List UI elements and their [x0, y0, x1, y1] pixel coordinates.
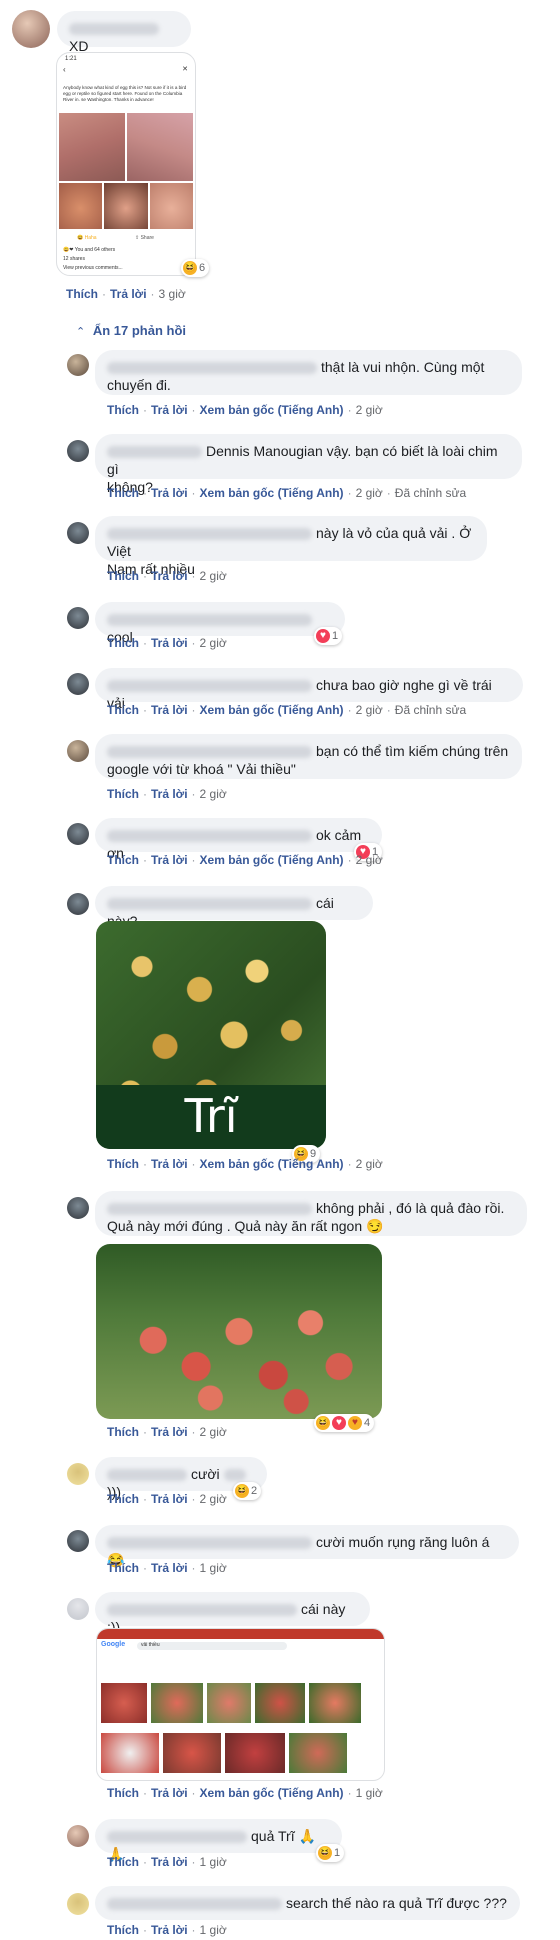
comment-bubble: chưa bao giờ nghe gì về trái vải — [95, 668, 523, 711]
image-result-5 — [309, 1683, 361, 1723]
comment-bubble: cái này :)) — [95, 1592, 370, 1635]
avatar[interactable] — [12, 10, 50, 48]
comment-bubble: không phải , đó là quả đào rồi. Quả này m… — [95, 1191, 527, 1236]
avatar[interactable] — [67, 1825, 89, 1847]
image-result-9 — [289, 1733, 347, 1773]
comment-bubble: cái này? — [95, 886, 373, 929]
comment-actions: Thích · Trả lời · 2 giờ — [107, 636, 227, 650]
avatar[interactable] — [67, 893, 89, 915]
photo-egg-3 — [150, 183, 193, 229]
reaction-summary[interactable]: ♥ 1 — [314, 627, 343, 645]
image-result-2 — [151, 1683, 203, 1723]
care-icon: ♥ — [348, 1416, 362, 1430]
comment-actions: Thích · Trả lời · 2 giờ — [107, 1425, 227, 1439]
comment-actions: Thích · Trả lời · Xem bản gốc (Tiếng Anh) · 2 … — [107, 403, 383, 417]
image-result-1 — [101, 1683, 147, 1723]
comment-actions: Thích · Trả lời · Xem bản gốc (Tiếng Anh) · 2 … — [107, 486, 467, 500]
avatar[interactable] — [67, 1197, 89, 1219]
browser-tabbar — [97, 1629, 384, 1639]
comment-actions: Thích · Trả lời · Xem bản gốc (Tiếng Anh) · 2 … — [107, 703, 467, 717]
reaction-summary[interactable]: 😆 1 — [316, 1844, 345, 1862]
reaction-summary[interactable]: 😆 2 — [233, 1482, 262, 1500]
comment-bubble: search thế nào ra quả Trĩ được ??? — [95, 1886, 520, 1920]
comment-actions: Thích · Trả lời · 3 giờ — [66, 287, 186, 301]
likes-text: 😀❤ You and 64 others — [63, 247, 116, 253]
photo-hand-1 — [59, 113, 125, 181]
attached-screenshot[interactable]: 1:21 ‹ ✕ Anybody know what kind of egg t… — [56, 52, 196, 276]
avatar[interactable] — [67, 1463, 89, 1485]
comment-actions: Thích · Trả lời · Xem bản gốc (Tiếng Anh) · 1 … — [107, 1786, 383, 1800]
image-result-7 — [163, 1733, 221, 1773]
comment-actions: Thích · Trả lời · Xem bản gốc (Tiếng Anh) · 2 … — [107, 853, 383, 867]
comment-actions: Thích · Trả lời · 2 giờ — [107, 1492, 227, 1506]
image-result-6 — [101, 1733, 159, 1773]
like-link[interactable]: Thích — [66, 287, 98, 301]
avatar[interactable] — [67, 823, 89, 845]
haha-icon: 😆 — [183, 261, 197, 275]
comment-bubble: thật là vui nhộn. Cùng một chuyến đi. — [95, 350, 522, 395]
avatar[interactable] — [67, 740, 89, 762]
avatar[interactable] — [67, 1598, 89, 1620]
google-logo: Google — [101, 1641, 126, 1648]
comment-actions: Thích · Trả lời · Xem bản gốc (Tiếng Anh) · 2 … — [107, 1157, 383, 1171]
avatar[interactable] — [67, 354, 89, 376]
photo-caption: Trĩ — [184, 1089, 238, 1143]
haha-reaction-label: 😆 Haha — [77, 235, 97, 241]
photo-egg-2 — [104, 183, 148, 229]
hide-replies-link[interactable]: ⌃ Ẩn 17 phản hồi — [76, 323, 186, 338]
love-icon: ♥ — [332, 1416, 346, 1430]
image-result-3 — [207, 1683, 251, 1723]
chevron-up-icon: ⌃ — [76, 326, 86, 338]
comment-bubble: ok cảm ơn — [95, 818, 382, 861]
comment-actions: Thích · Trả lời · 2 giờ — [107, 787, 227, 801]
photo-egg-1 — [59, 183, 102, 229]
image-result-8 — [225, 1733, 285, 1773]
attached-photo[interactable] — [96, 1244, 382, 1419]
photo-hand-2 — [127, 113, 193, 181]
reply-link[interactable]: Trả lời — [110, 287, 147, 301]
close-icon: ✕ — [182, 66, 188, 73]
comment-actions: Thích · Trả lời · 1 giờ — [107, 1855, 227, 1869]
love-icon: ♥ — [316, 629, 330, 643]
attached-screenshot[interactable]: Google vải thiều — [96, 1628, 385, 1781]
status-time: 1:21 — [65, 56, 77, 62]
avatar[interactable] — [67, 1530, 89, 1552]
avatar[interactable] — [67, 522, 89, 544]
attached-photo[interactable]: Trĩ — [96, 921, 326, 1149]
back-arrow-icon: ‹ — [63, 65, 66, 74]
search-query: vải thiều — [141, 1642, 160, 1648]
comment-bubble: quả Trĩ 🙏🙏 — [95, 1819, 342, 1862]
reaction-summary[interactable]: 😆 6 — [181, 259, 210, 277]
avatar[interactable] — [67, 1893, 89, 1915]
share-label: ⇪ Share — [135, 235, 154, 241]
haha-icon: 😆 — [318, 1846, 332, 1860]
timestamp[interactable]: 3 giờ — [159, 287, 186, 301]
haha-icon: 😆 — [235, 1484, 249, 1498]
comment-bubble: bạn có thể tìm kiếm chúng trên google với… — [95, 734, 522, 779]
comment-bubble: cười muốn rụng răng luôn á 😂 — [95, 1525, 519, 1568]
prev-comments-text: View previous comments... — [63, 265, 123, 271]
post-text: Anybody know what kind of egg this is? N… — [63, 85, 187, 102]
comment-actions: Thích · Trả lời · 2 giờ — [107, 569, 227, 583]
comment-bubble: cool — [95, 602, 345, 645]
avatar[interactable] — [67, 607, 89, 629]
shares-text: 12 shares — [63, 256, 85, 262]
reaction-summary[interactable]: 😆 ♥ ♥ 4 — [314, 1414, 375, 1432]
comment-actions: Thích · Trả lời · 1 giờ — [107, 1923, 227, 1937]
comment-bubble: Dennis Manougian vậy. bạn có biết là loà… — [95, 434, 522, 495]
haha-icon: 😆 — [77, 235, 84, 241]
comment-actions: Thích · Trả lời · 1 giờ — [107, 1561, 227, 1575]
comment-bubble: XD — [57, 11, 191, 54]
image-result-4 — [255, 1683, 305, 1723]
avatar[interactable] — [67, 673, 89, 695]
blurred-name — [69, 23, 159, 36]
comment-bubble: này là vỏ của quả vải . Ở Việt Nam rất nh… — [95, 516, 487, 577]
avatar[interactable] — [67, 440, 89, 462]
haha-icon: 😆 — [316, 1416, 330, 1430]
